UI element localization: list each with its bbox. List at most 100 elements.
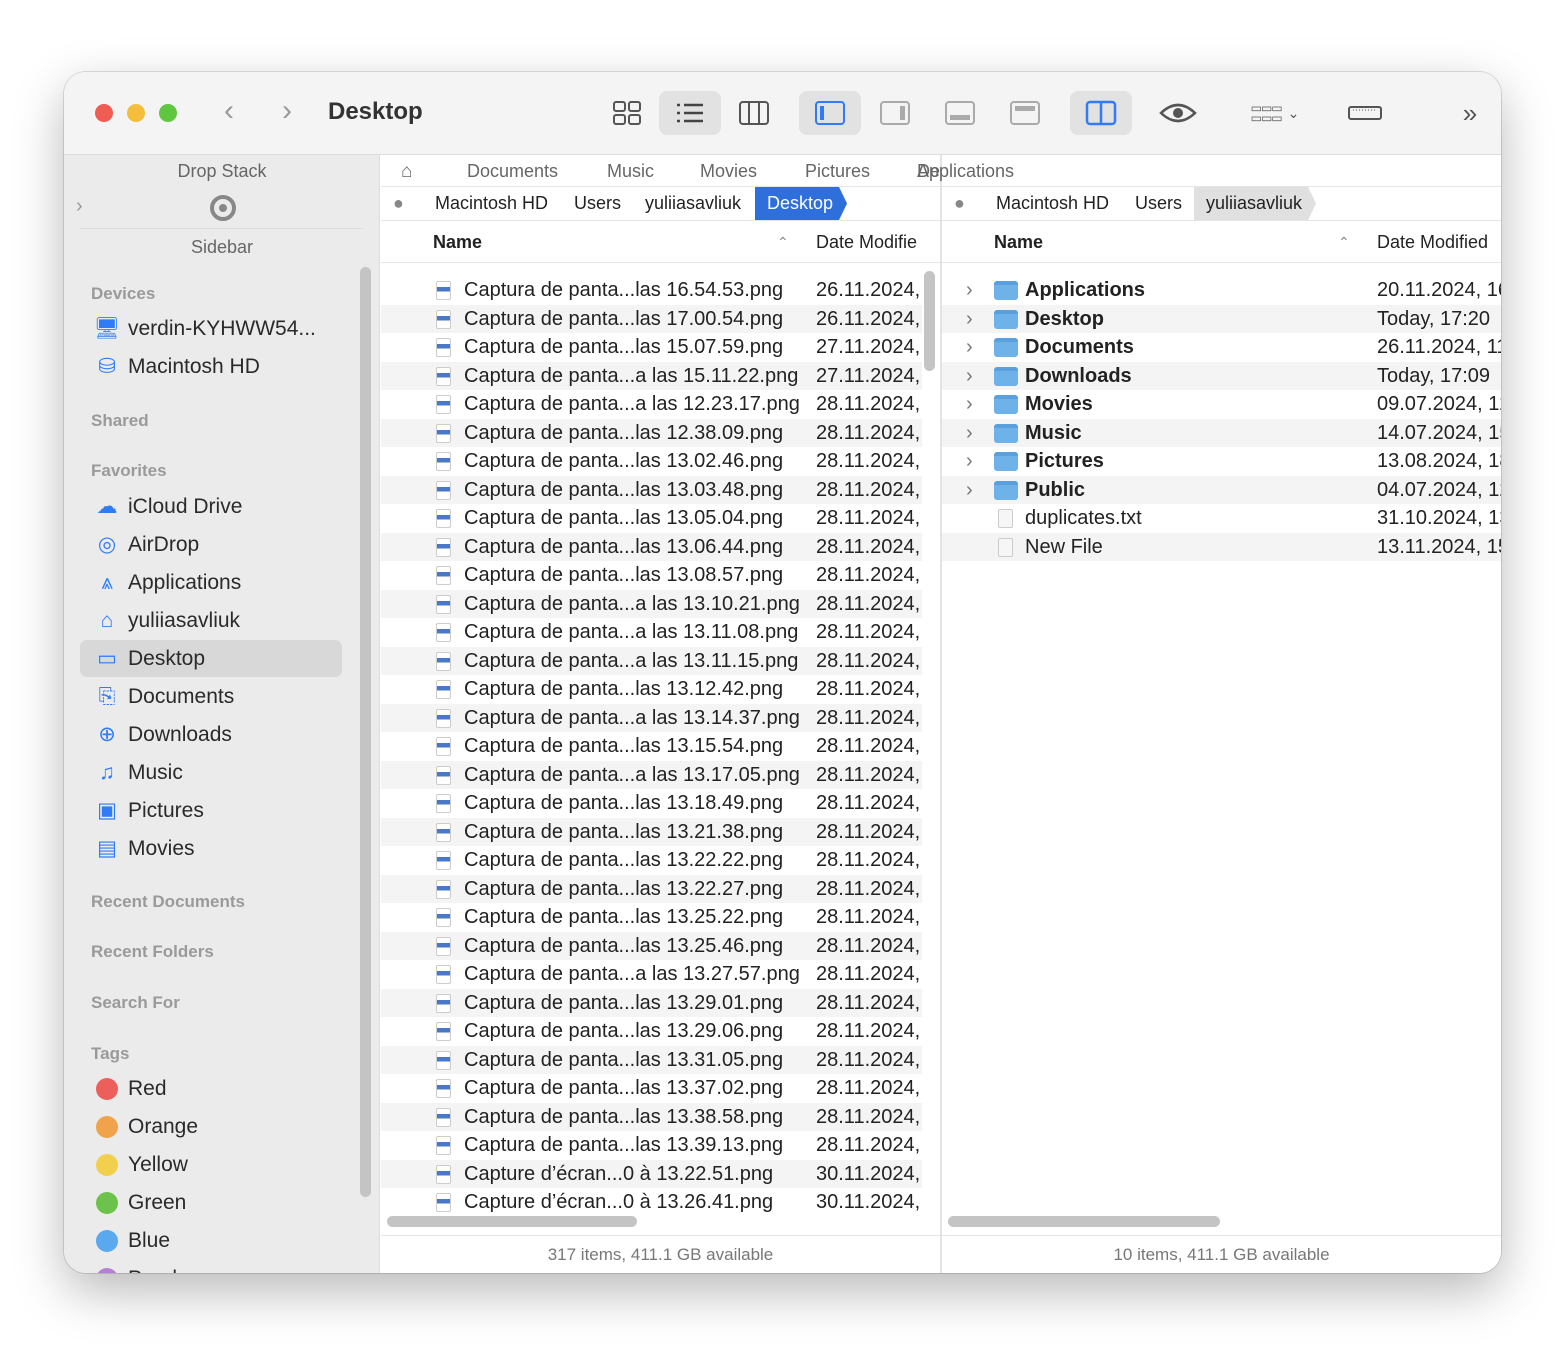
drop-stack-target-icon[interactable]	[210, 195, 236, 221]
file-row[interactable]: Captura de panta...las 17.00.54.png 26.11…	[381, 304, 922, 333]
close-button[interactable]	[95, 104, 113, 122]
icon-view-icon[interactable]	[596, 91, 658, 135]
section-recent-folders[interactable]: Recent Folders	[91, 942, 214, 962]
file-row[interactable]: Captura de panta...las 13.12.42.png 28.11…	[381, 675, 922, 704]
horizontal-scrollbar-right[interactable]	[948, 1216, 1220, 1227]
quick-look-icon[interactable]	[1147, 91, 1209, 135]
disclosure-chevron-icon[interactable]: ›	[966, 365, 973, 388]
file-row[interactable]: Captura de panta...las 13.29.01.png 28.11…	[381, 988, 922, 1017]
file-row[interactable]: Captura de panta...las 13.06.44.png 28.11…	[381, 532, 922, 561]
file-row[interactable]: Captura de panta...a las 15.11.22.png 27.…	[381, 361, 922, 390]
sidebar-scrollbar[interactable]	[360, 267, 371, 1197]
file-row[interactable]: › Applications 20.11.2024, 16	[942, 276, 1501, 305]
file-row[interactable]: › Public 04.07.2024, 12	[942, 475, 1501, 504]
sidebar-item-airdrop[interactable]: ◎ AirDrop	[80, 526, 342, 563]
file-row[interactable]: › Downloads Today, 17:09	[942, 361, 1501, 390]
file-row[interactable]: Captura de panta...las 13.02.46.png 28.11…	[381, 447, 922, 476]
sidebar-tag-purple[interactable]: Purple	[80, 1260, 342, 1273]
crumb-users[interactable]: Users	[1123, 187, 1196, 220]
apple-icon[interactable]: ●	[381, 187, 418, 220]
crumb-user[interactable]: yuliiasavliuk	[633, 187, 755, 220]
right-sidebar-icon[interactable]	[864, 91, 926, 135]
sidebar-tag-blue[interactable]: Blue	[80, 1222, 342, 1259]
file-row[interactable]: duplicates.txt 31.10.2024, 13	[942, 504, 1501, 533]
horizontal-scrollbar[interactable]	[387, 1216, 637, 1227]
sidebar-item-computer[interactable]: 🖥 verdin-KYHWW54...	[80, 310, 342, 347]
sidebar-item-documents[interactable]: ⎘ Documents	[80, 678, 342, 715]
file-row[interactable]: Captura de panta...a las 13.14.37.png 28.…	[381, 703, 922, 732]
file-row[interactable]: Captura de panta...las 13.38.58.png 28.11…	[381, 1102, 922, 1131]
ruler-icon[interactable]	[1334, 91, 1396, 135]
sidebar-tag-green[interactable]: Green	[80, 1184, 342, 1221]
minimize-button[interactable]	[127, 104, 145, 122]
sidebar-tag-orange[interactable]: Orange	[80, 1108, 342, 1145]
list-view-icon[interactable]	[659, 91, 721, 135]
sidebar-item-icloud-drive[interactable]: ☁ iCloud Drive	[80, 488, 342, 525]
fav-applications[interactable]: Applications	[917, 161, 1014, 182]
zoom-button[interactable]	[159, 104, 177, 122]
file-row[interactable]: Captura de panta...las 15.07.59.png 27.11…	[381, 333, 922, 362]
name-column-header[interactable]: Name	[994, 232, 1043, 253]
crumb-user[interactable]: yuliiasavliuk	[1194, 187, 1316, 220]
back-button[interactable]: ‹	[224, 94, 234, 128]
fav-music[interactable]: Music	[607, 161, 654, 182]
name-column-header[interactable]: Name	[433, 232, 482, 253]
crumb-desktop[interactable]: Desktop	[755, 187, 847, 220]
file-row[interactable]: Captura de panta...a las 13.11.15.png 28.…	[381, 646, 922, 675]
section-search-for[interactable]: Search For	[91, 993, 180, 1013]
file-row[interactable]: Captura de panta...las 13.22.27.png 28.11…	[381, 874, 922, 903]
disclosure-chevron-icon[interactable]: ›	[966, 393, 973, 416]
crumb-macintosh-hd[interactable]: Macintosh HD	[984, 187, 1123, 220]
sidebar-item-movies[interactable]: ▤ Movies	[80, 830, 342, 867]
file-row[interactable]: Captura de panta...las 16.54.53.png 26.11…	[381, 276, 922, 305]
file-row[interactable]: Captura de panta...a las 12.23.17.png 28.…	[381, 390, 922, 419]
disclosure-chevron-icon[interactable]: ›	[966, 308, 973, 331]
group-by-icon[interactable]: ▭▭▭ ▭▭▭ ⌄	[1244, 91, 1306, 135]
date-column-header[interactable]: Date Modified	[1377, 232, 1488, 253]
crumb-macintosh-hd[interactable]: Macintosh HD	[423, 187, 562, 220]
file-row[interactable]: Captura de panta...las 13.15.54.png 28.11…	[381, 732, 922, 761]
file-row[interactable]: › Desktop Today, 17:20	[942, 304, 1501, 333]
file-row[interactable]: › Documents 26.11.2024, 11	[942, 333, 1501, 362]
chevron-right-icon[interactable]: ›	[76, 195, 83, 218]
file-row[interactable]: New File 13.11.2024, 15	[942, 532, 1501, 561]
file-row[interactable]: Capture d’écran...0 à 13.26.41.png 30.11.…	[381, 1188, 922, 1212]
sidebar-item-macintosh-hd[interactable]: ⛁ Macintosh HD	[80, 348, 342, 385]
sidebar-item-music[interactable]: ♫ Music	[80, 754, 342, 791]
disclosure-chevron-icon[interactable]: ›	[966, 336, 973, 359]
file-row[interactable]: Captura de panta...las 13.22.22.png 28.11…	[381, 846, 922, 875]
vertical-scrollbar[interactable]	[924, 271, 935, 371]
sidebar-item-downloads[interactable]: ⊕ Downloads	[80, 716, 342, 753]
file-row[interactable]: › Music 14.07.2024, 15	[942, 418, 1501, 447]
section-recent-documents[interactable]: Recent Documents	[91, 892, 245, 912]
sidebar-item-yuliiasavliuk[interactable]: ⌂ yuliiasavliuk	[80, 602, 342, 639]
disclosure-chevron-icon[interactable]: ›	[966, 422, 973, 445]
sidebar-item-desktop[interactable]: ▭ Desktop	[80, 640, 342, 677]
file-row[interactable]: Captura de panta...las 13.37.02.png 28.11…	[381, 1074, 922, 1103]
sidebar-tag-red[interactable]: Red	[80, 1070, 342, 1107]
disclosure-chevron-icon[interactable]: ›	[966, 279, 973, 302]
file-row[interactable]: Captura de panta...las 13.31.05.png 28.11…	[381, 1045, 922, 1074]
crumb-users[interactable]: Users	[562, 187, 635, 220]
apple-icon[interactable]: ●	[942, 187, 979, 220]
file-row[interactable]: Captura de panta...a las 13.27.57.png 28.…	[381, 960, 922, 989]
disclosure-chevron-icon[interactable]: ›	[966, 450, 973, 473]
left-sidebar-icon[interactable]	[799, 91, 861, 135]
file-row[interactable]: Captura de panta...las 13.18.49.png 28.11…	[381, 789, 922, 818]
file-row[interactable]: Captura de panta...las 13.08.57.png 28.11…	[381, 561, 922, 590]
sidebar-item-pictures[interactable]: ▣ Pictures	[80, 792, 342, 829]
forward-button[interactable]: ›	[282, 94, 292, 128]
fav-movies[interactable]: Movies	[700, 161, 757, 182]
dual-pane-icon[interactable]	[1070, 91, 1132, 135]
more-icon[interactable]: »	[1439, 91, 1501, 135]
sidebar-tag-yellow[interactable]: Yellow	[80, 1146, 342, 1183]
bottom-panel-icon[interactable]	[929, 91, 991, 135]
file-row[interactable]: Captura de panta...las 13.21.38.png 28.11…	[381, 817, 922, 846]
file-row[interactable]: › Pictures 13.08.2024, 18	[942, 447, 1501, 476]
file-row[interactable]: Captura de panta...las 13.39.13.png 28.11…	[381, 1131, 922, 1160]
file-row[interactable]: Captura de panta...las 13.25.46.png 28.11…	[381, 931, 922, 960]
file-row[interactable]: Captura de panta...a las 13.17.05.png 28.…	[381, 760, 922, 789]
file-row[interactable]: Captura de panta...las 13.05.04.png 28.11…	[381, 504, 922, 533]
disclosure-chevron-icon[interactable]: ›	[966, 479, 973, 502]
file-row[interactable]: Captura de panta...las 13.03.48.png 28.11…	[381, 475, 922, 504]
